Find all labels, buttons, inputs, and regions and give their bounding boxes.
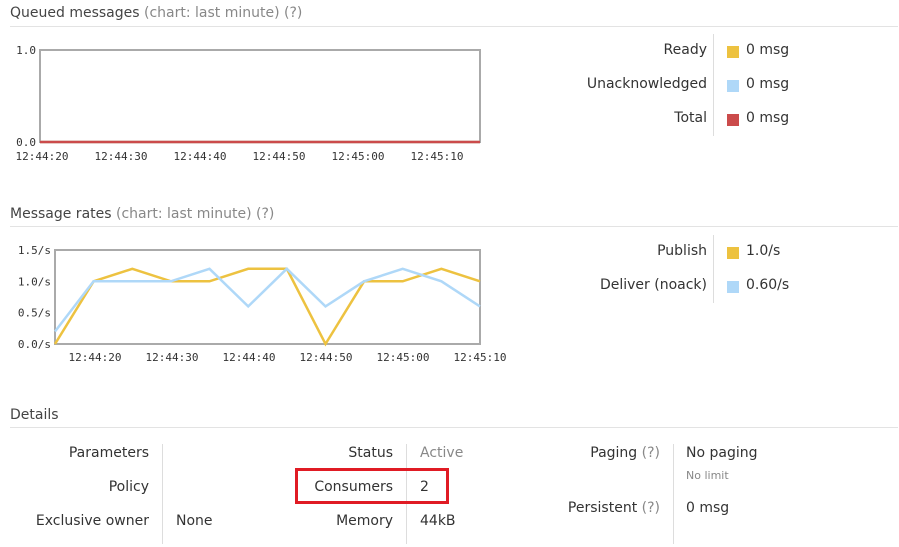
consumers-highlight-box bbox=[295, 468, 449, 504]
persistent-label: Persistent (?) bbox=[568, 500, 660, 516]
message-rates-chart: 0.0/s 0.5/s 1.0/s 1.5/s 12:44:20 12:44:30 12:4… bbox=[18, 244, 507, 364]
legend-value: 0 msg bbox=[746, 76, 790, 92]
details-heading: Details bbox=[10, 407, 59, 423]
x-tick-label: 12:45:00 bbox=[332, 150, 385, 163]
y-tick-label: 1.5/s bbox=[18, 244, 51, 257]
legend-swatch[interactable] bbox=[727, 114, 739, 126]
persistent-help-link[interactable]: (?) bbox=[642, 500, 660, 516]
plot-area bbox=[39, 49, 481, 143]
details-panel: Parameters Policy Exclusive owner None S… bbox=[0, 440, 899, 547]
section-divider bbox=[10, 226, 898, 227]
persistent-label-text: Persistent bbox=[567, 500, 638, 516]
legend-row-publish: Publish 1.0/s bbox=[599, 243, 839, 263]
paging-limit: No limit bbox=[686, 469, 729, 482]
legend-label: Deliver (noack) bbox=[599, 277, 707, 293]
paging-help-link[interactable]: (?) bbox=[642, 445, 660, 461]
x-tick-label: 12:44:40 bbox=[223, 351, 276, 364]
legend-label: Publish bbox=[657, 243, 707, 259]
legend-swatch[interactable] bbox=[727, 80, 739, 92]
x-tick-label: 12:44:20 bbox=[16, 150, 69, 163]
status-value: Active bbox=[420, 445, 464, 461]
legend-value: 0 msg bbox=[746, 110, 790, 126]
x-tick-label: 12:44:50 bbox=[253, 150, 306, 163]
status-label: Status bbox=[348, 445, 393, 461]
parameters-label: Parameters bbox=[68, 445, 149, 461]
paging-label-text: Paging bbox=[590, 445, 638, 461]
section-divider bbox=[10, 26, 898, 27]
section-divider bbox=[10, 427, 898, 428]
legend-label: Total bbox=[674, 110, 707, 126]
legend-row-unacknowledged: Unacknowledged 0 msg bbox=[587, 76, 839, 96]
details-title: Details bbox=[10, 407, 59, 423]
x-tick-label: 12:44:50 bbox=[300, 351, 353, 364]
message-rates-title: Message rates bbox=[10, 206, 112, 222]
x-tick-label: 12:45:10 bbox=[411, 150, 464, 163]
y-tick-label: 0.5/s bbox=[18, 307, 51, 320]
queued-messages-chart: 0.0 1.0 12:44:20 12:44:30 12:44:40 12:44:50 12… bbox=[16, 44, 481, 163]
x-tick-label: 12:45:00 bbox=[377, 351, 430, 364]
legend-row-total: Total 0 msg bbox=[599, 110, 839, 130]
message-rates-heading: Message rates (chart: last minute) (?) bbox=[10, 206, 274, 222]
legend-value: 1.0/s bbox=[746, 243, 781, 259]
legend-row-deliver-noack-: Deliver (noack) 0.60/s bbox=[599, 277, 839, 297]
legend-label: Ready bbox=[663, 42, 707, 58]
x-tick-label: 12:44:30 bbox=[146, 351, 199, 364]
y-tick-label: 1.0/s bbox=[18, 275, 51, 288]
legend-value: 0 msg bbox=[746, 42, 790, 58]
y-tick-label: 0.0 bbox=[16, 136, 36, 149]
legend-value: 0.60/s bbox=[746, 277, 790, 293]
policy-label: Policy bbox=[108, 479, 149, 495]
memory-value: 44kB bbox=[420, 513, 456, 529]
queued-messages-heading: Queued messages (chart: last minute) (?) bbox=[10, 5, 302, 21]
x-tick-label: 12:44:40 bbox=[174, 150, 227, 163]
paging-label: Paging (?) bbox=[590, 445, 660, 461]
message-rates-subtitle[interactable]: (chart: last minute) (?) bbox=[116, 206, 274, 222]
x-tick-label: 12:44:20 bbox=[69, 351, 122, 364]
legend-swatch[interactable] bbox=[727, 46, 739, 58]
column-divider bbox=[162, 444, 163, 544]
persistent-value: 0 msg bbox=[686, 500, 730, 516]
plot-area bbox=[54, 249, 481, 345]
y-tick-label: 1.0 bbox=[16, 44, 36, 57]
queued-messages-title: Queued messages bbox=[10, 5, 140, 21]
legend-swatch[interactable] bbox=[727, 247, 739, 259]
legend-label: Unacknowledged bbox=[586, 76, 707, 92]
x-tick-label: 12:44:30 bbox=[95, 150, 148, 163]
memory-label: Memory bbox=[336, 513, 393, 529]
x-tick-label: 12:45:10 bbox=[454, 351, 507, 364]
paging-value: No paging bbox=[686, 445, 758, 461]
legend-row-ready: Ready 0 msg bbox=[599, 42, 839, 62]
column-divider bbox=[673, 444, 674, 544]
y-tick-label: 0.0/s bbox=[18, 338, 51, 351]
legend-swatch[interactable] bbox=[727, 281, 739, 293]
exclusive-owner-label: Exclusive owner bbox=[35, 513, 149, 529]
exclusive-owner-value: None bbox=[176, 513, 213, 529]
queued-messages-subtitle[interactable]: (chart: last minute) (?) bbox=[144, 5, 302, 21]
